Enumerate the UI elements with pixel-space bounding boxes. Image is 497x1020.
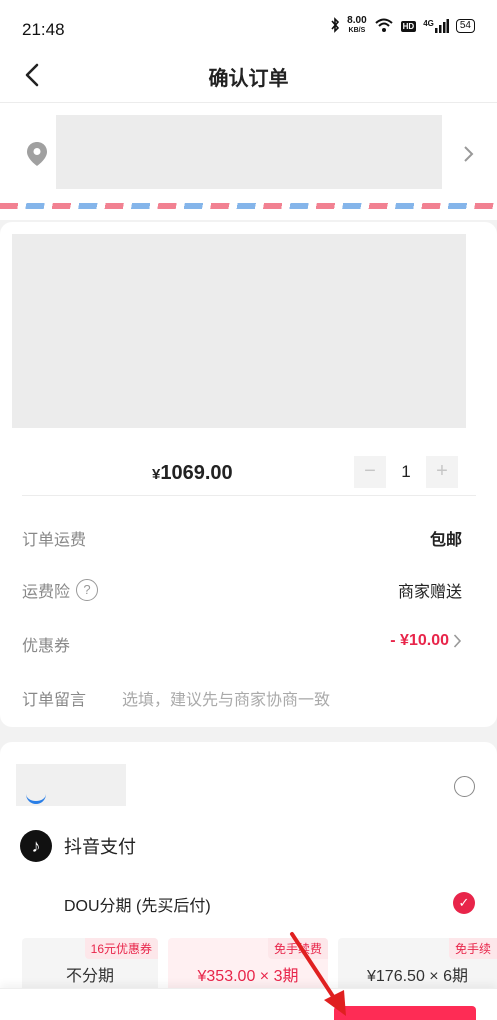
shipping-fee-label: 订单运费 (22, 532, 87, 549)
hd-badge: HD (400, 20, 417, 32)
address-selector[interactable] (0, 102, 497, 220)
network-speed-unit: KB/S (348, 27, 366, 34)
address-redacted-block (56, 115, 442, 189)
shipping-fee-value: 包邮 (429, 532, 462, 549)
coupon-discount: - ¥10.00 (390, 632, 449, 649)
shipping-fee-row: 订单运费 包邮 (22, 522, 462, 552)
plan-text: ¥176.50 × 6期 (367, 968, 468, 985)
nav-bar: 确认订单 (0, 50, 497, 102)
confirm-order-page: 21:48 8.00 KB/S HD 4G 54 确认订单 ¥1069.00 −… (0, 0, 497, 1020)
coupon-row[interactable]: 优惠券 - ¥10.00 (22, 628, 462, 658)
wifi-icon (374, 17, 394, 36)
order-message-label: 订单留言 (22, 692, 87, 709)
chevron-right-icon (453, 634, 462, 648)
order-message-row: 订单留言 选填，建议先与商家协商一致 (22, 682, 462, 712)
douyin-pay-option[interactable]: ♪ 抖音支付 (20, 830, 136, 862)
shipping-insurance-value: 商家赠送 (397, 584, 462, 601)
payment-option-redacted-block (16, 764, 126, 806)
product-redacted-block (12, 234, 466, 428)
shipping-insurance-row: 运费险 ? 商家赠送 (22, 574, 462, 604)
page-title: 确认订单 (208, 68, 289, 90)
help-icon[interactable]: ? (76, 579, 99, 601)
plan-tag: 免手续 (448, 938, 497, 959)
plan-text: 不分期 (65, 968, 114, 985)
product-price-value: 1069.00 (160, 462, 233, 484)
payment-option-radio[interactable] (454, 776, 475, 797)
product-price: ¥1069.00 (152, 462, 233, 485)
network-speed-value: 8.00 (347, 15, 367, 26)
network-speed: 8.00 KB/S (347, 16, 366, 36)
chevron-right-icon (463, 145, 475, 168)
status-icons: 8.00 KB/S HD 4G 54 (330, 16, 475, 36)
order-card: ¥1069.00 − 1 + 订单运费 包邮 运费险 ? 商家赠送 优惠券 - … (0, 222, 497, 727)
payment-section: ♪ 抖音支付 DOU分期 (先买后付) ✓ 16元优惠券 不分期 免手续费 ¥3… (0, 742, 497, 1020)
bluetooth-icon (330, 16, 340, 36)
battery-indicator: 54 (455, 19, 475, 33)
location-pin-icon (26, 141, 48, 172)
selected-check-icon[interactable]: ✓ (453, 892, 475, 914)
quantity-value: 1 (401, 462, 411, 481)
coupon-value: - ¥10.00 (390, 632, 462, 650)
order-message-input[interactable]: 选填，建议先与商家协商一致 (122, 686, 330, 710)
cellular-signal-icon: 4G (423, 19, 449, 33)
douyin-pay-label: 抖音支付 (64, 837, 136, 857)
network-type: 4G (423, 19, 434, 28)
quantity-stepper: − 1 + (354, 456, 458, 488)
annotation-arrow-icon (290, 932, 346, 1016)
plan-tag: 16元优惠券 (84, 938, 158, 959)
divider (22, 495, 476, 496)
shipping-insurance-text: 运费险 (22, 584, 71, 601)
dou-installment-label: DOU分期 (先买后付) (64, 898, 211, 915)
payment-logo-fragment (26, 794, 46, 804)
shipping-insurance-label: 运费险 ? (22, 578, 99, 602)
decrease-quantity-button[interactable]: − (354, 456, 386, 488)
douyin-logo-icon: ♪ (20, 830, 52, 862)
envelope-stripe-divider (0, 203, 497, 209)
status-time: 21:48 (22, 20, 65, 39)
coupon-label: 优惠券 (22, 638, 71, 655)
increase-quantity-button[interactable]: + (426, 456, 458, 488)
